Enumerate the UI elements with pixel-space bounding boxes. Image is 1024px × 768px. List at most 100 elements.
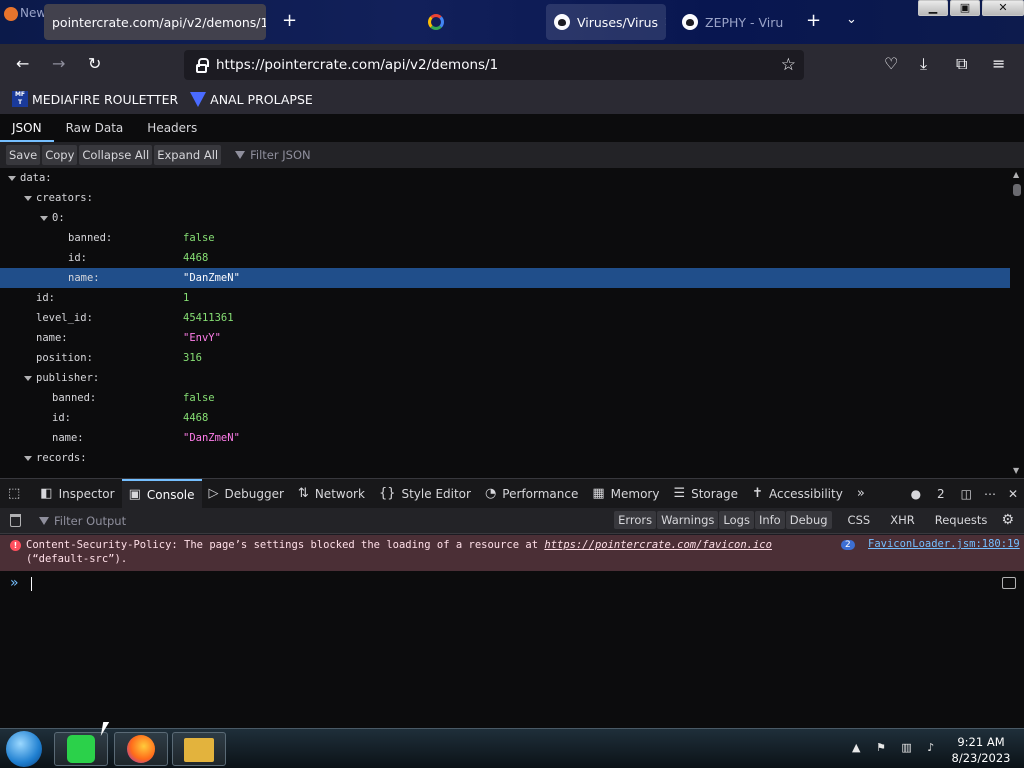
expand-arrow-icon[interactable] <box>40 216 48 221</box>
dock-icon[interactable]: ◫ <box>961 487 972 501</box>
expand-all-button[interactable]: Expand All <box>154 145 222 165</box>
json-row[interactable]: name: "DanZmeN" <box>0 428 1010 448</box>
json-row[interactable]: id: 4468 <box>0 248 1010 268</box>
json-key: position: <box>36 352 93 364</box>
tab-github-2[interactable]: ZEPHY - Viru <box>674 4 794 40</box>
json-key: id: <box>52 412 71 424</box>
gear-icon[interactable]: ⚙ <box>1001 512 1014 528</box>
collapse-all-button[interactable]: Collapse All <box>79 145 153 165</box>
editor-mode-icon[interactable] <box>1002 577 1016 589</box>
scroll-thumb[interactable] <box>1013 184 1021 196</box>
tab-debugger[interactable]: ▷ Debugger <box>202 479 291 509</box>
json-row[interactable]: banned: false <box>0 228 1010 248</box>
close-icon[interactable]: ✕ <box>658 15 666 30</box>
level-errors[interactable]: Errors <box>614 511 657 529</box>
more-tabs-button[interactable]: » <box>850 479 878 509</box>
clock[interactable]: 9:21 AM 8/23/2023 <box>948 734 1014 766</box>
json-row[interactable]: banned: false <box>0 388 1010 408</box>
tab-google[interactable] <box>420 4 456 40</box>
json-row[interactable]: id: 1 <box>0 288 1010 308</box>
tab-raw-data[interactable]: Raw Data <box>54 114 136 142</box>
json-scrollbar[interactable]: ▲ ▼ <box>1010 168 1024 478</box>
tab-accessibility[interactable]: ✝ Accessibility <box>745 479 850 509</box>
level-logs[interactable]: Logs <box>719 511 754 529</box>
json-row[interactable]: level_id: 45411361 <box>0 308 1010 328</box>
json-row[interactable]: 0: <box>0 208 1010 228</box>
tab-network[interactable]: ⇅ Network <box>291 479 372 509</box>
more-options-icon[interactable]: ⋯ <box>984 487 996 501</box>
lock-icon[interactable] <box>196 57 209 73</box>
resource-link[interactable]: https://pointercrate.com/favicon.ico <box>544 539 772 551</box>
scroll-up-icon[interactable]: ▲ <box>1013 170 1019 179</box>
new-tab-button[interactable]: + <box>806 10 821 31</box>
trash-icon[interactable] <box>10 514 21 527</box>
url-bar[interactable]: https://pointercrate.com/api/v2/demons/1… <box>184 50 804 80</box>
level-warnings[interactable]: Warnings <box>657 511 719 529</box>
tab-active[interactable]: pointercrate.com/api/v2/demons/1 ✕ <box>44 4 266 40</box>
taskbar-explorer[interactable] <box>172 732 226 766</box>
reload-icon[interactable]: ↻ <box>88 54 101 74</box>
expand-arrow-icon[interactable] <box>24 456 32 461</box>
tab-console[interactable]: ▣ Console <box>121 478 202 509</box>
url-text[interactable]: https://pointercrate.com/api/v2/demons/1 <box>216 57 498 73</box>
tab-storage[interactable]: ☰ Storage <box>666 479 745 509</box>
json-row[interactable]: publisher: <box>0 368 1010 388</box>
extensions-icon[interactable]: ⧉ <box>956 54 967 74</box>
minimize-button[interactable]: ▁ <box>918 0 948 16</box>
tab-memory[interactable]: ▦ Memory <box>585 479 666 509</box>
type-requests[interactable]: Requests <box>931 511 992 529</box>
scroll-down-icon[interactable]: ▼ <box>1013 466 1019 475</box>
back-arrow-icon[interactable]: ← <box>16 54 29 74</box>
filter-output-input[interactable]: Filter Output <box>39 514 126 528</box>
json-row[interactable]: id: 4468 <box>0 408 1010 428</box>
performance-icon: ◔ <box>484 486 497 501</box>
tab-headers[interactable]: Headers <box>135 114 209 142</box>
json-key: publisher: <box>36 372 100 384</box>
json-row[interactable]: creators: <box>0 188 1010 208</box>
copy-button[interactable]: Copy <box>42 145 78 165</box>
bookmark-2[interactable]: ANAL PROLAPSE <box>190 91 313 107</box>
forward-arrow-icon[interactable]: → <box>52 54 65 74</box>
close-window-button[interactable]: ✕ <box>982 0 1024 16</box>
tab-performance[interactable]: ◔ Performance <box>478 479 585 509</box>
text-caret <box>31 577 32 591</box>
save-button[interactable]: Save <box>6 145 41 165</box>
bookmark-mediafire[interactable]: MF T MEDIAFIRE ROULETTER <box>12 91 178 107</box>
json-row[interactable]: name: "DanZmeN" <box>0 268 1010 288</box>
source-link[interactable]: FaviconLoader.jsm:180:19 <box>868 538 1020 550</box>
level-info[interactable]: Info <box>754 511 785 529</box>
tab-style-editor[interactable]: {} Style Editor <box>372 479 478 509</box>
folder-icon <box>184 738 214 762</box>
bookmark-star-icon[interactable]: ☆ <box>781 55 796 75</box>
taskbar-firefox[interactable] <box>114 732 168 766</box>
tab-github-viruses[interactable]: Viruses/Virus ✕ <box>546 4 666 40</box>
expand-arrow-icon[interactable] <box>24 376 32 381</box>
json-row[interactable]: name: "EnvY" <box>0 328 1010 348</box>
json-row[interactable]: data: <box>0 168 1010 188</box>
json-viewer-toolbar: Save Copy Collapse All Expand All Filter… <box>0 142 1024 168</box>
filter-json-input[interactable]: Filter JSON <box>235 148 311 162</box>
downloads-icon[interactable]: ⤓ <box>920 54 927 74</box>
element-picker-icon[interactable]: ⬚ <box>0 479 33 509</box>
expand-arrow-icon[interactable] <box>24 196 32 201</box>
pocket-icon[interactable]: ♡ <box>884 54 898 74</box>
taskbar-notes-app[interactable] <box>54 732 108 766</box>
json-row[interactable]: position: 316 <box>0 348 1010 368</box>
console-input[interactable]: » <box>0 571 1024 728</box>
type-xhr[interactable]: XHR <box>886 511 919 529</box>
level-debug[interactable]: Debug <box>785 511 832 529</box>
new-tab-button[interactable]: + <box>282 10 297 31</box>
menu-icon[interactable]: ≡ <box>992 54 1005 74</box>
tab-inspector[interactable]: ◧ Inspector <box>33 479 121 509</box>
json-row[interactable]: records: <box>0 448 1010 468</box>
close-devtools-icon[interactable]: ✕ <box>1008 487 1018 501</box>
tab-json[interactable]: JSON <box>0 114 54 142</box>
maximize-button[interactable]: ▣ <box>950 0 980 16</box>
start-button[interactable] <box>6 731 42 767</box>
type-css[interactable]: CSS <box>844 511 875 529</box>
expand-arrow-icon[interactable] <box>8 176 16 181</box>
error-badge[interactable]: ● 2 <box>911 487 945 501</box>
json-key: banned: <box>52 392 97 404</box>
system-tray[interactable]: ▲ ⚑ ▥ ♪ <box>852 741 940 754</box>
chevron-down-icon[interactable]: ⌄ <box>846 12 857 27</box>
